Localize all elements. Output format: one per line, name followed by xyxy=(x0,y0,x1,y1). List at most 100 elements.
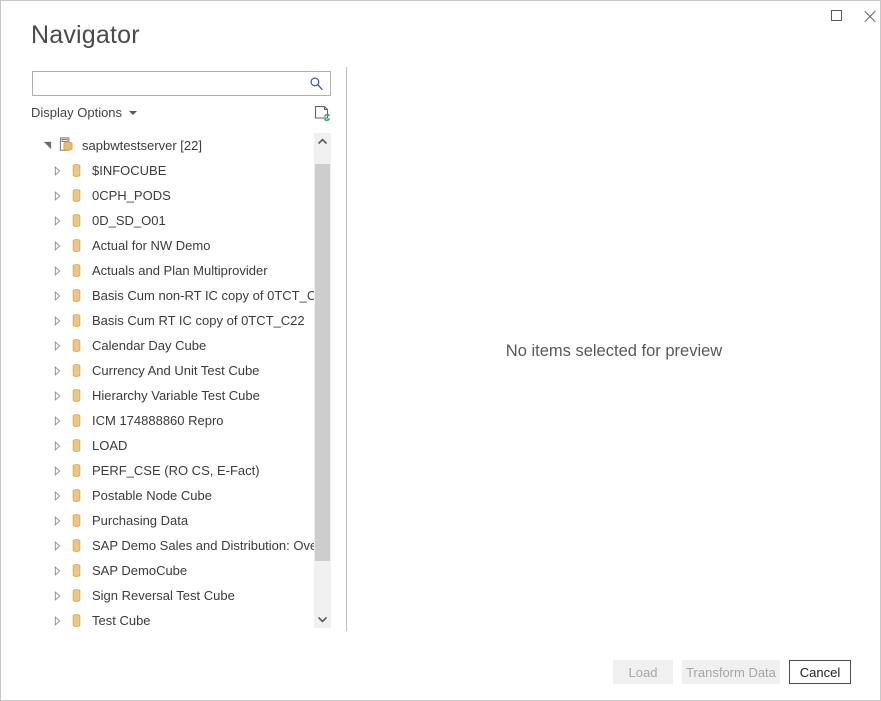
chevron-up-icon xyxy=(318,137,327,146)
tree-node[interactable]: Test Cube xyxy=(31,608,314,628)
tree-node-label: Basis Cum non-RT IC copy of 0TCT_C22 xyxy=(92,288,314,304)
cube-icon xyxy=(67,412,85,430)
chevron-down-icon xyxy=(318,615,327,624)
expand-arrow-icon[interactable] xyxy=(49,163,65,179)
expand-arrow-icon[interactable] xyxy=(49,513,65,529)
tree-node-label: SAP DemoCube xyxy=(92,563,187,579)
tree-node-label: $INFOCUBE xyxy=(92,163,166,179)
expand-arrow-icon[interactable] xyxy=(49,263,65,279)
page-title: Navigator xyxy=(31,19,140,51)
tree-node[interactable]: Basis Cum non-RT IC copy of 0TCT_C22 xyxy=(31,283,314,308)
footer-bar: Load Transform Data Cancel xyxy=(1,641,880,700)
left-pane: Display Options xyxy=(1,61,346,641)
tree-node[interactable]: Hierarchy Variable Test Cube xyxy=(31,383,314,408)
expand-arrow-icon[interactable] xyxy=(49,563,65,579)
display-options-dropdown[interactable]: Display Options xyxy=(31,105,137,120)
navigator-dialog: Navigator Display Options xyxy=(0,0,881,701)
tree-node[interactable]: Actuals and Plan Multiprovider xyxy=(31,258,314,283)
cube-icon xyxy=(67,337,85,355)
refresh-button[interactable] xyxy=(312,103,332,124)
load-button[interactable]: Load xyxy=(613,660,673,684)
tree-node-label: sapbwtestserver [22] xyxy=(82,138,202,154)
tree-node[interactable]: Sign Reversal Test Cube xyxy=(31,583,314,608)
tree-node[interactable]: Postable Node Cube xyxy=(31,483,314,508)
tree-node-label: Test Cube xyxy=(92,613,151,629)
tree-node[interactable]: 0D_SD_O01 xyxy=(31,208,314,233)
tree-node-label: Basis Cum RT IC copy of 0TCT_C22 xyxy=(92,313,305,329)
search-icon[interactable] xyxy=(306,74,326,93)
tree-node[interactable]: 0CPH_PODS xyxy=(31,183,314,208)
tree-node-root[interactable]: sapbwtestserver [22] xyxy=(31,133,314,158)
display-options-label: Display Options xyxy=(31,105,122,120)
cube-icon xyxy=(67,387,85,405)
tree-node-label: Actual for NW Demo xyxy=(92,238,210,254)
cube-icon xyxy=(67,287,85,305)
scroll-down-button[interactable] xyxy=(314,611,331,628)
chevron-down-icon xyxy=(129,111,137,115)
expand-arrow-icon[interactable] xyxy=(49,288,65,304)
cube-icon xyxy=(67,487,85,505)
expand-arrow-icon[interactable] xyxy=(49,388,65,404)
tree-node-label: 0CPH_PODS xyxy=(92,188,171,204)
tree-node[interactable]: Purchasing Data xyxy=(31,508,314,533)
scrollbar-thumb[interactable] xyxy=(315,164,330,561)
tree-node[interactable]: PERF_CSE (RO CS, E-Fact) xyxy=(31,458,314,483)
tree-node-label: Calendar Day Cube xyxy=(92,338,206,354)
tree-node[interactable]: Basis Cum RT IC copy of 0TCT_C22 xyxy=(31,308,314,333)
title-bar: Navigator xyxy=(1,1,881,61)
preview-empty-message: No items selected for preview xyxy=(506,342,722,361)
cube-icon xyxy=(67,512,85,530)
expand-arrow-icon[interactable] xyxy=(49,213,65,229)
tree-node[interactable]: LOAD xyxy=(31,433,314,458)
tree-node-label: Purchasing Data xyxy=(92,513,188,529)
tree-list: sapbwtestserver [22] $INFOCUBE 0CPH_PODS 0… xyxy=(31,133,314,628)
square-icon xyxy=(831,10,842,21)
tree-node[interactable]: Calendar Day Cube xyxy=(31,333,314,358)
tree-node[interactable]: Actual for NW Demo xyxy=(31,233,314,258)
cube-icon xyxy=(67,437,85,455)
expand-arrow-icon[interactable] xyxy=(49,613,65,629)
server-cube-icon xyxy=(57,137,75,155)
search-box[interactable] xyxy=(32,71,331,96)
tree-node-label: Postable Node Cube xyxy=(92,488,212,504)
cube-icon xyxy=(67,262,85,280)
cancel-button[interactable]: Cancel xyxy=(789,660,851,684)
refresh-document-icon xyxy=(314,105,331,123)
expand-arrow-icon[interactable] xyxy=(49,338,65,354)
cube-icon xyxy=(67,212,85,230)
tree-node[interactable]: Currency And Unit Test Cube xyxy=(31,358,314,383)
tree-node-label: 0D_SD_O01 xyxy=(92,213,166,229)
tree-node-label: ICM 174888860 Repro xyxy=(92,413,224,429)
cube-icon xyxy=(67,462,85,480)
expand-arrow-icon[interactable] xyxy=(49,438,65,454)
tree-node[interactable]: SAP Demo Sales and Distribution: Overvie… xyxy=(31,533,314,558)
tree-node[interactable]: SAP DemoCube xyxy=(31,558,314,583)
tree-node-label: Currency And Unit Test Cube xyxy=(92,363,259,379)
tree-node-label: Sign Reversal Test Cube xyxy=(92,588,235,604)
cube-icon xyxy=(67,612,85,629)
tree-node[interactable]: ICM 174888860 Repro xyxy=(31,408,314,433)
tree-node-label: Actuals and Plan Multiprovider xyxy=(92,263,268,279)
scroll-up-button[interactable] xyxy=(314,133,331,150)
expand-arrow-icon[interactable] xyxy=(49,488,65,504)
cube-icon xyxy=(67,237,85,255)
expand-arrow-icon[interactable] xyxy=(49,363,65,379)
expand-arrow-icon[interactable] xyxy=(49,588,65,604)
close-button[interactable] xyxy=(852,1,881,30)
expand-arrow-icon[interactable] xyxy=(49,413,65,429)
maximize-button[interactable] xyxy=(819,1,854,30)
tree-scrollbar[interactable] xyxy=(314,133,331,628)
tree-node-label: PERF_CSE (RO CS, E-Fact) xyxy=(92,463,260,479)
tree-node[interactable]: $INFOCUBE xyxy=(31,158,314,183)
cube-icon xyxy=(67,587,85,605)
collapse-arrow-icon[interactable] xyxy=(39,138,55,154)
expand-arrow-icon[interactable] xyxy=(49,313,65,329)
search-input[interactable] xyxy=(38,72,300,95)
cube-icon xyxy=(67,162,85,180)
expand-arrow-icon[interactable] xyxy=(49,238,65,254)
tree-children: $INFOCUBE 0CPH_PODS 0D_SD_O01 Actual for NW… xyxy=(31,158,314,628)
expand-arrow-icon[interactable] xyxy=(49,463,65,479)
transform-data-button[interactable]: Transform Data xyxy=(682,660,780,684)
expand-arrow-icon[interactable] xyxy=(49,538,65,554)
expand-arrow-icon[interactable] xyxy=(49,188,65,204)
